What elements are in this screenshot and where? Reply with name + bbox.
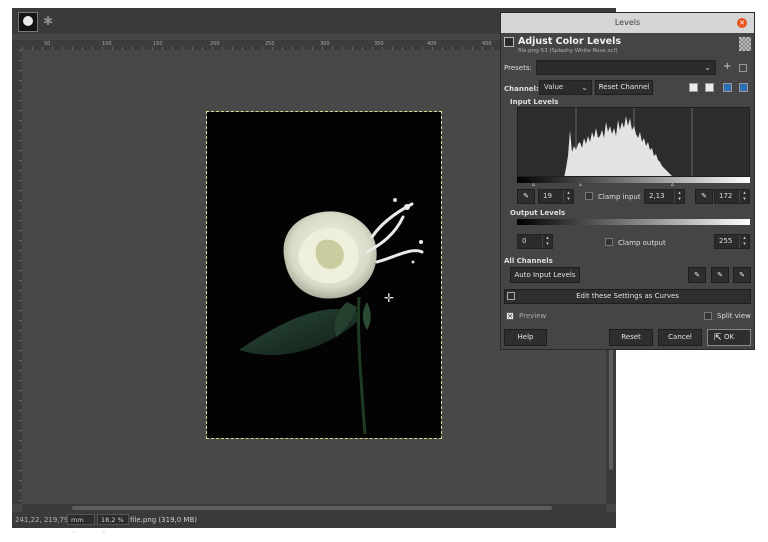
chevron-down-icon: ⌄ (71, 527, 77, 535)
output-high-spinner[interactable]: 255 ▴ ▾ (714, 234, 750, 249)
input-low-value: 19 (543, 192, 552, 200)
channel-value: Value (544, 83, 564, 91)
output-low-value: 0 (522, 237, 527, 245)
preview-checkbox[interactable]: × (506, 312, 514, 320)
input-high-spinner[interactable]: 172 ▴ ▾ (714, 189, 750, 204)
pointer-coordinates: 241,22, 219,79 (15, 516, 69, 524)
horizontal-scroll-thumb[interactable] (72, 506, 552, 510)
curves-icon (507, 292, 515, 300)
channel-label: Channel: (504, 85, 539, 93)
linear-histogram-icon[interactable] (689, 83, 698, 92)
close-icon[interactable]: ✕ (737, 18, 747, 28)
input-levels-label: Input Levels (510, 98, 559, 106)
horizontal-scrollbar[interactable] (22, 504, 606, 512)
ruler-tick-label: 350 (374, 41, 384, 47)
presets-dropdown[interactable]: ⌄ (536, 60, 716, 75)
spinner-arrows-icon[interactable]: ▴ ▾ (739, 190, 749, 203)
histogram-plot (564, 108, 693, 176)
histogram-mode-icon[interactable] (723, 83, 732, 92)
ruler-left[interactable] (12, 50, 22, 504)
preview-label: Preview (519, 312, 547, 320)
pick-black-point-eyedropper-icon[interactable]: ✎ (517, 189, 535, 204)
clamp-input-checkbox[interactable] (585, 192, 593, 200)
output-levels-label: Output Levels (510, 209, 566, 217)
channel-dropdown[interactable]: Value ⌄ (539, 80, 592, 95)
ruler-tick-label: 250 (265, 41, 275, 47)
white-point-handle[interactable]: ▵ (671, 181, 674, 188)
unit-value: mm (71, 516, 84, 524)
ruler-tick-label: 400 (427, 41, 437, 47)
edit-as-curves-label: Edit these Settings as Curves (576, 292, 679, 300)
output-gradient-slider[interactable] (517, 219, 750, 225)
input-high-value: 172 (719, 192, 733, 200)
ruler-corner[interactable] (12, 40, 22, 50)
input-low-spinner[interactable]: 19 ▴ ▾ (538, 189, 574, 204)
dialog-title: Levels (614, 18, 641, 27)
pick-white-eyedropper-icon[interactable]: ✎ (733, 267, 751, 283)
input-gamma-value: 2,13 (649, 192, 665, 200)
ruler-tick-label: 450 (482, 41, 492, 47)
chevron-down-icon: ⌄ (581, 83, 588, 92)
ruler-tick-label: 50 (44, 41, 51, 47)
file-info: file.png (319,0 MB) (130, 516, 198, 524)
ruler-tick-label: 200 (210, 41, 220, 47)
black-point-handle[interactable]: ▵ (532, 181, 535, 188)
gamma-handle[interactable]: ▴ (579, 181, 582, 188)
rose-thumbnail-icon (23, 16, 33, 26)
levels-icon (504, 37, 514, 47)
output-low-spinner[interactable]: 0 ▴ ▾ (517, 234, 553, 249)
image-tab-close-icon[interactable]: ✱ (39, 12, 57, 30)
histogram-scale-icon[interactable] (739, 83, 748, 92)
presets-menu-icon[interactable] (739, 64, 747, 72)
pick-gray-eyedropper-icon[interactable]: ✎ (711, 267, 729, 283)
zoom-value: 18,2 % (101, 516, 124, 524)
spinner-arrows-icon[interactable]: ▴ ▾ (542, 235, 552, 248)
clamp-output-label: Clamp output (618, 239, 666, 247)
white-rose-image (239, 198, 424, 435)
zoom-dropdown[interactable]: 18,2 % ⌄ (97, 514, 129, 535)
add-preset-icon[interactable]: + (723, 61, 731, 72)
mouse-pointer-icon: ⇱ (714, 333, 722, 343)
split-view-checkbox[interactable] (704, 312, 712, 320)
input-gamma-spinner[interactable]: 2,13 ▴ ▾ (644, 189, 685, 204)
input-gradient-slider[interactable] (517, 177, 750, 183)
presets-label: Presets: (504, 64, 532, 72)
cancel-button[interactable]: Cancel (658, 329, 702, 346)
reset-button[interactable]: Reset (609, 329, 653, 346)
status-bar: 241,22, 219,79 mm ⌄ 18,2 % ⌄ file.png (3… (12, 512, 616, 535)
log-histogram-icon[interactable] (705, 83, 714, 92)
chevron-down-icon: ⌄ (704, 63, 711, 72)
clamp-output-checkbox[interactable] (605, 238, 613, 246)
crosshair-cursor-icon: ✛ (384, 291, 395, 305)
layer-thumbnail (739, 37, 751, 51)
dialog-heading: Adjust Color Levels (518, 36, 621, 47)
dialog-subheading: file.png-53 (Splashy White Rose.xcf) (518, 48, 618, 54)
all-channels-label: All Channels (504, 257, 553, 265)
image-tab-rose[interactable] (18, 12, 38, 32)
ruler-tick-label: 150 (153, 41, 163, 47)
edit-as-curves-button[interactable]: Edit these Settings as Curves (504, 289, 751, 304)
pick-gray-point-eyedropper-icon[interactable]: ✎ (695, 189, 713, 204)
unit-dropdown[interactable]: mm ⌄ (67, 514, 95, 535)
ruler-tick-label: 100 (102, 41, 112, 47)
spinner-arrows-icon[interactable]: ▴ ▾ (674, 190, 684, 203)
reset-channel-button[interactable]: Reset Channel (595, 80, 653, 95)
dialog-titlebar[interactable]: Levels ✕ (501, 13, 754, 33)
help-button[interactable]: Help (504, 329, 547, 346)
clamp-input-label: Clamp input (598, 193, 641, 201)
chevron-down-icon: ⌄ (101, 527, 107, 535)
output-high-value: 255 (719, 237, 733, 245)
histogram[interactable] (517, 107, 750, 177)
spinner-arrows-icon[interactable]: ▴ ▾ (739, 235, 749, 248)
split-view-label: Split view (717, 312, 751, 320)
spinner-arrows-icon[interactable]: ▴ ▾ (563, 190, 573, 203)
levels-dialog: Levels ✕ Adjust Color Levels file.png-53… (500, 12, 755, 350)
ruler-tick-label: 300 (320, 41, 330, 47)
pick-black-eyedropper-icon[interactable]: ✎ (688, 267, 706, 283)
image-canvas[interactable] (206, 111, 442, 439)
auto-input-levels-button[interactable]: Auto Input Levels (510, 267, 580, 283)
